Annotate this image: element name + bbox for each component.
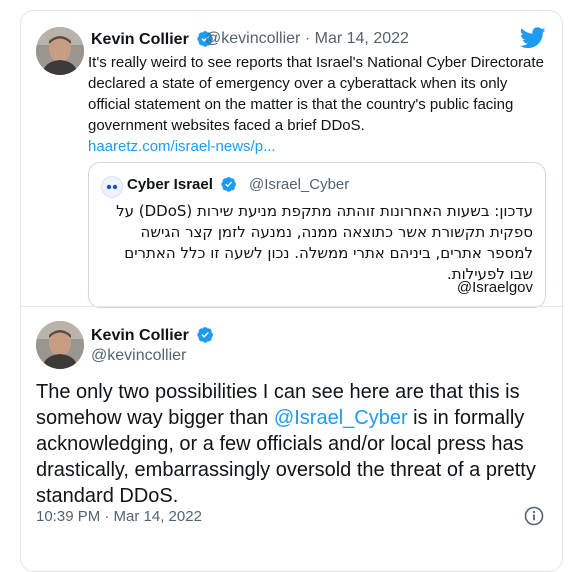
- quoted-tweet-tag: @Israelgov: [456, 279, 533, 296]
- reply-author-name-label: Kevin Collier: [91, 327, 189, 344]
- reply-author-handle[interactable]: @kevincollier: [91, 347, 186, 365]
- mention-link[interactable]: @Israel_Cyber: [274, 407, 408, 429]
- reply-tweet-text: The only two possibilities I can see her…: [36, 379, 556, 509]
- author-name[interactable]: Kevin Collier: [91, 30, 214, 52]
- author-name-label: Kevin Collier: [91, 31, 189, 48]
- separator-dot: ·: [304, 30, 311, 47]
- verified-badge-icon: [197, 326, 214, 348]
- quoted-author-name: Cyber Israel: [127, 176, 213, 193]
- reply-author-name[interactable]: Kevin Collier: [91, 326, 214, 348]
- thread-divider: [20, 306, 562, 307]
- tweet-date: Mar 14, 2022: [314, 30, 409, 47]
- avatar[interactable]: [36, 27, 84, 75]
- verified-badge-icon: [221, 176, 237, 196]
- twitter-bird-icon[interactable]: [519, 27, 546, 54]
- avatar[interactable]: [36, 321, 84, 369]
- quoted-avatar[interactable]: [101, 176, 123, 198]
- quoted-tweet-text: עדכון: בשעות האחרונות זוהתה מתקפת מניעת …: [116, 202, 533, 283]
- tweet-text: It's really weird to see reports that Is…: [88, 52, 548, 157]
- quoted-author[interactable]: Cyber Israel: [127, 176, 237, 196]
- tweet-text-content: It's really weird to see reports that Is…: [88, 54, 544, 134]
- author-handle-meta[interactable]: @kevincollier · Mar 14, 2022: [205, 30, 409, 48]
- quoted-author-handle[interactable]: @Israel_Cyber: [249, 176, 349, 193]
- article-link[interactable]: haaretz.com/israel-news/p...: [88, 138, 276, 155]
- tweet-timestamp[interactable]: 10:39 PM · Mar 14, 2022: [36, 508, 202, 525]
- info-icon[interactable]: [524, 506, 544, 531]
- author-handle: @kevincollier: [205, 30, 301, 47]
- quoted-tweet[interactable]: Cyber Israel @Israel_Cyber עדכון: בשעות …: [88, 162, 546, 308]
